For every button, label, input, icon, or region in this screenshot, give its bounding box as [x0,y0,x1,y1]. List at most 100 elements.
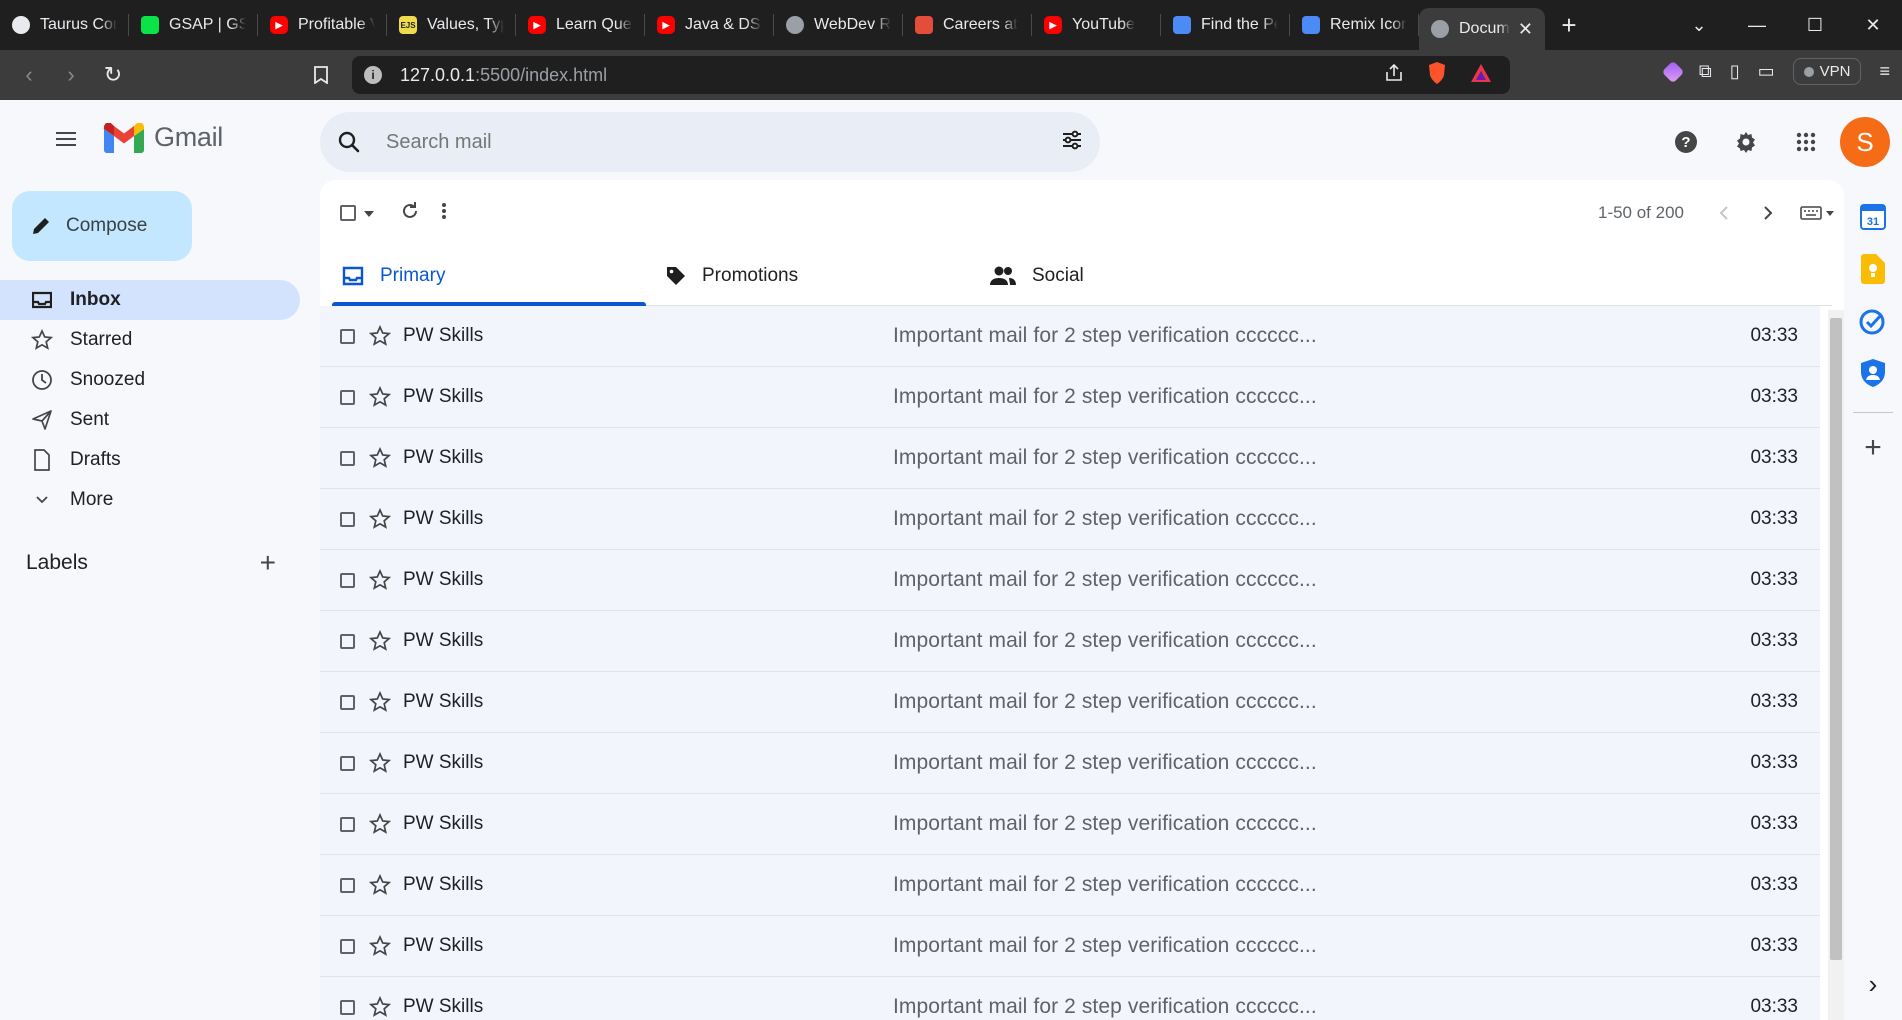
email-row[interactable]: PW Skills Important mail for 2 step verif… [320,733,1820,794]
browser-tab[interactable]: Taurus Com [0,0,129,50]
email-row[interactable]: PW Skills Important mail for 2 step verif… [320,367,1820,428]
address-bar[interactable]: i 127.0.0.1:5500/index.html [352,56,1510,94]
gmail-logo[interactable]: Gmail [104,122,223,153]
row-checkbox[interactable] [340,328,355,344]
star-icon[interactable] [369,447,391,469]
settings-gear-icon[interactable] [1716,114,1776,170]
tab-promotions[interactable]: Promotions [656,246,980,305]
sidebar-item-more[interactable]: More [0,480,300,520]
back-icon[interactable]: ‹ [8,55,50,95]
email-row[interactable]: PW Skills Important mail for 2 step verif… [320,306,1820,367]
browser-tab[interactable]: ▶ Profitable V [258,0,387,50]
input-tools-icon[interactable] [1800,206,1834,220]
star-icon[interactable] [369,752,391,774]
sidebar-item-snoozed[interactable]: Snoozed [0,360,300,400]
maximize-icon[interactable]: ☐ [1786,15,1844,36]
bookmark-icon[interactable] [300,55,342,95]
star-icon[interactable] [369,691,391,713]
close-tab-icon[interactable]: ✕ [1518,19,1533,40]
scrollbar-thumb[interactable] [1830,318,1842,960]
compose-button[interactable]: Compose [12,191,192,261]
tab-search-icon[interactable]: ⌄ [1670,15,1728,36]
row-checkbox[interactable] [340,511,355,527]
sidebar-icon[interactable]: ▯ [1730,61,1740,82]
vpn-button[interactable]: VPN [1792,58,1862,85]
email-row[interactable]: PW Skills Important mail for 2 step verif… [320,611,1820,672]
row-checkbox[interactable] [340,755,355,771]
star-icon[interactable] [369,935,391,957]
star-icon[interactable] [369,630,391,652]
sidebar-item-sent[interactable]: Sent [0,400,300,440]
star-icon[interactable] [369,386,391,408]
browser-tab[interactable]: Careers at [903,0,1032,50]
newer-page-icon[interactable] [1702,205,1746,221]
star-icon[interactable] [369,874,391,896]
browser-tab-active[interactable]: Docum ✕ [1419,8,1545,50]
row-checkbox[interactable] [340,572,355,588]
tab-primary[interactable]: Primary [332,246,656,306]
row-checkbox[interactable] [340,389,355,405]
star-icon[interactable] [369,813,391,835]
calendar-icon[interactable]: 31 [1858,202,1888,232]
add-label-icon[interactable]: + [260,547,276,579]
wallet-icon[interactable]: ▭ [1758,61,1775,82]
search-input[interactable]: Search mail [386,131,492,154]
main-menu-icon[interactable] [54,128,78,152]
email-row[interactable]: PW Skills Important mail for 2 step verif… [320,672,1820,733]
browser-tab[interactable]: ▶ Java & DSA [645,0,774,50]
star-icon[interactable] [369,508,391,530]
account-avatar[interactable]: S [1840,117,1890,167]
email-row[interactable]: PW Skills Important mail for 2 step verif… [320,855,1820,916]
row-checkbox[interactable] [340,999,355,1015]
menu-icon[interactable]: ≡ [1879,61,1890,82]
email-row[interactable]: PW Skills Important mail for 2 step verif… [320,794,1820,855]
refresh-icon[interactable] [400,201,420,226]
older-page-icon[interactable] [1746,205,1790,221]
row-checkbox[interactable] [340,938,355,954]
google-apps-icon[interactable] [1776,114,1836,170]
browser-tab[interactable]: WebDev Ro [774,0,903,50]
brave-rewards-icon[interactable] [1470,63,1492,88]
close-window-icon[interactable]: ✕ [1844,15,1902,36]
row-checkbox[interactable] [340,816,355,832]
tasks-icon[interactable] [1858,306,1888,336]
select-all-checkbox[interactable] [340,205,356,221]
hide-side-panel-icon[interactable]: › [1869,969,1878,1000]
scrollbar[interactable] [1828,310,1844,1020]
browser-tab[interactable]: Remix Icon [1290,0,1419,50]
tab-social[interactable]: Social [980,246,1304,305]
reload-icon[interactable]: ↻ [92,55,134,95]
more-options-icon[interactable] [442,202,446,224]
contacts-icon[interactable] [1858,358,1888,388]
forward-icon[interactable]: › [50,55,92,95]
search-bar[interactable]: Search mail [320,112,1100,172]
row-checkbox[interactable] [340,877,355,893]
new-tab-button[interactable]: + [1545,10,1593,41]
extensions-icon[interactable]: ⧉ [1699,61,1712,82]
star-icon[interactable] [369,325,391,347]
share-icon[interactable] [1384,63,1404,88]
sidebar-item-inbox[interactable]: Inbox [0,280,300,320]
email-row[interactable]: PW Skills Important mail for 2 step verif… [320,550,1820,611]
star-icon[interactable] [369,996,391,1018]
star-icon[interactable] [369,569,391,591]
keep-icon[interactable] [1858,254,1888,284]
email-row[interactable]: PW Skills Important mail for 2 step verif… [320,489,1820,550]
sidebar-item-starred[interactable]: Starred [0,320,300,360]
row-checkbox[interactable] [340,450,355,466]
leo-ai-icon[interactable] [1661,60,1685,83]
email-row[interactable]: PW Skills Important mail for 2 step verif… [320,428,1820,489]
row-checkbox[interactable] [340,694,355,710]
search-options-icon[interactable] [1060,128,1084,157]
site-info-icon[interactable]: i [364,66,382,84]
browser-tab[interactable]: ▶ Learn Queu [516,0,645,50]
search-icon[interactable] [320,131,378,153]
select-dropdown-icon[interactable] [364,204,374,222]
browser-tab[interactable]: ▶ YouTube [1032,0,1161,50]
minimize-icon[interactable]: — [1728,15,1786,36]
browser-tab[interactable]: EJS Values, Typ [387,0,516,50]
email-row[interactable]: PW Skills Important mail for 2 step verif… [320,977,1820,1020]
row-checkbox[interactable] [340,633,355,649]
email-row[interactable]: PW Skills Important mail for 2 step verif… [320,916,1820,977]
help-icon[interactable]: ? [1656,114,1716,170]
